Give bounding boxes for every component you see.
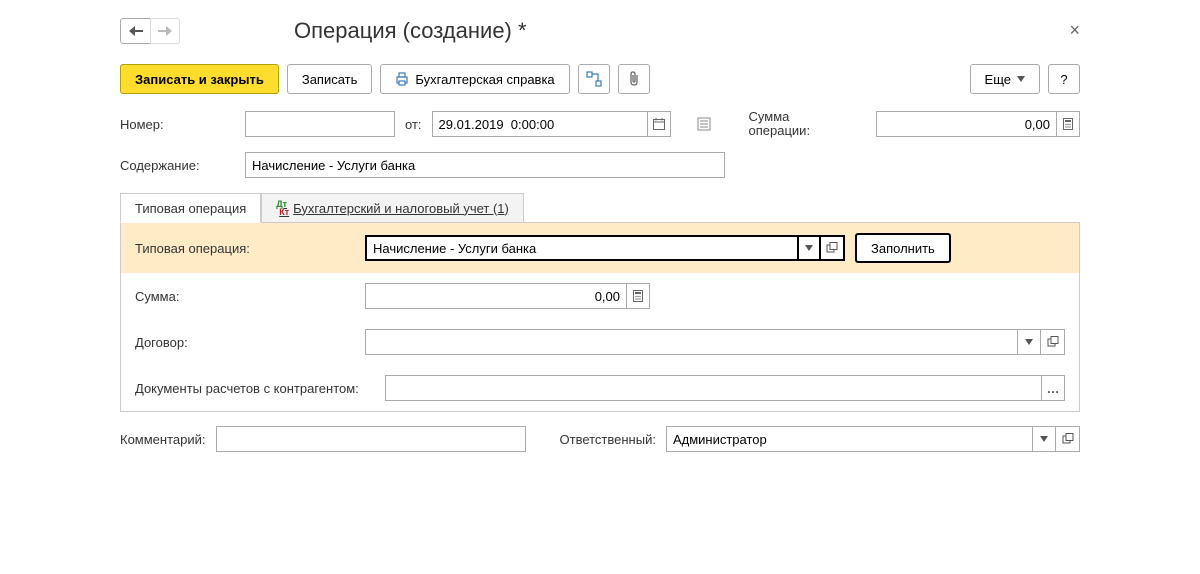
report-button[interactable]: Бухгалтерская справка [380,64,569,94]
panel-sum-input[interactable] [365,283,626,309]
save-close-button[interactable]: Записать и закрыть [120,64,279,94]
type-op-dropdown-button[interactable] [797,235,821,261]
chevron-down-icon [1017,76,1025,82]
more-button-label: Еще [985,72,1011,87]
nav-forward-button[interactable] [150,18,180,44]
dtkt-icon: ДтКт [276,200,289,216]
docs-input[interactable] [385,375,1041,401]
number-input[interactable] [245,111,395,137]
printer-icon [395,72,409,86]
panel-sum-calc-button[interactable] [626,283,650,309]
paperclip-icon [627,71,641,87]
arrow-left-icon [129,26,143,36]
save-button[interactable]: Записать [287,64,373,94]
calendar-icon [653,118,665,130]
sum-input[interactable] [876,111,1056,137]
contract-input[interactable] [365,329,1017,355]
calculator-button[interactable] [1056,111,1080,137]
tab-typical-operation[interactable]: Типовая операция [120,193,261,223]
structure-button[interactable] [578,64,610,94]
responsible-label: Ответственный: [560,432,656,447]
contract-dropdown-button[interactable] [1017,329,1041,355]
more-button[interactable]: Еще [970,64,1040,94]
type-op-input[interactable] [365,235,797,261]
sum-label-2: операции: [749,124,811,138]
calculator-icon [1063,118,1073,130]
chevron-down-icon [1040,436,1048,442]
page-title: Операция (создание) * [294,18,527,44]
list-icon[interactable] [697,117,711,131]
docs-ellipsis-button[interactable]: … [1041,375,1065,401]
tab-accounting[interactable]: ДтКт Бухгалтерский и налоговый учет (1) [261,193,524,223]
responsible-open-button[interactable] [1056,426,1080,452]
from-label: от: [405,117,422,132]
date-input[interactable] [432,111,647,137]
chevron-down-icon [805,245,813,251]
contract-label: Договор: [135,335,355,350]
open-icon [826,242,838,254]
type-op-open-button[interactable] [821,235,845,261]
content-input[interactable] [245,152,725,178]
contract-open-button[interactable] [1041,329,1065,355]
calculator-icon [633,290,643,302]
open-icon [1047,336,1059,348]
sum-label-1: Сумма [749,110,811,124]
content-label: Содержание: [120,158,235,173]
comment-input[interactable] [216,426,526,452]
tab2-label: Бухгалтерский и налоговый учет (1) [293,201,509,216]
tab1-label: Типовая операция [135,201,246,216]
calendar-button[interactable] [647,111,671,137]
attach-button[interactable] [618,64,650,94]
close-button[interactable]: × [1069,20,1080,41]
fill-button[interactable]: Заполнить [855,233,951,263]
report-button-label: Бухгалтерская справка [415,72,554,87]
responsible-dropdown-button[interactable] [1032,426,1056,452]
docs-label: Документы расчетов с контрагентом: [135,381,375,396]
nav-back-button[interactable] [120,18,150,44]
comment-label: Комментарий: [120,432,206,447]
arrow-right-icon [158,26,172,36]
panel-sum-label: Сумма: [135,289,355,304]
number-label: Номер: [120,117,235,132]
chevron-down-icon [1025,339,1033,345]
type-op-label: Типовая операция: [135,241,355,256]
open-icon [1062,433,1074,445]
help-button[interactable]: ? [1048,64,1080,94]
structure-icon [586,71,602,87]
responsible-input[interactable] [666,426,1032,452]
